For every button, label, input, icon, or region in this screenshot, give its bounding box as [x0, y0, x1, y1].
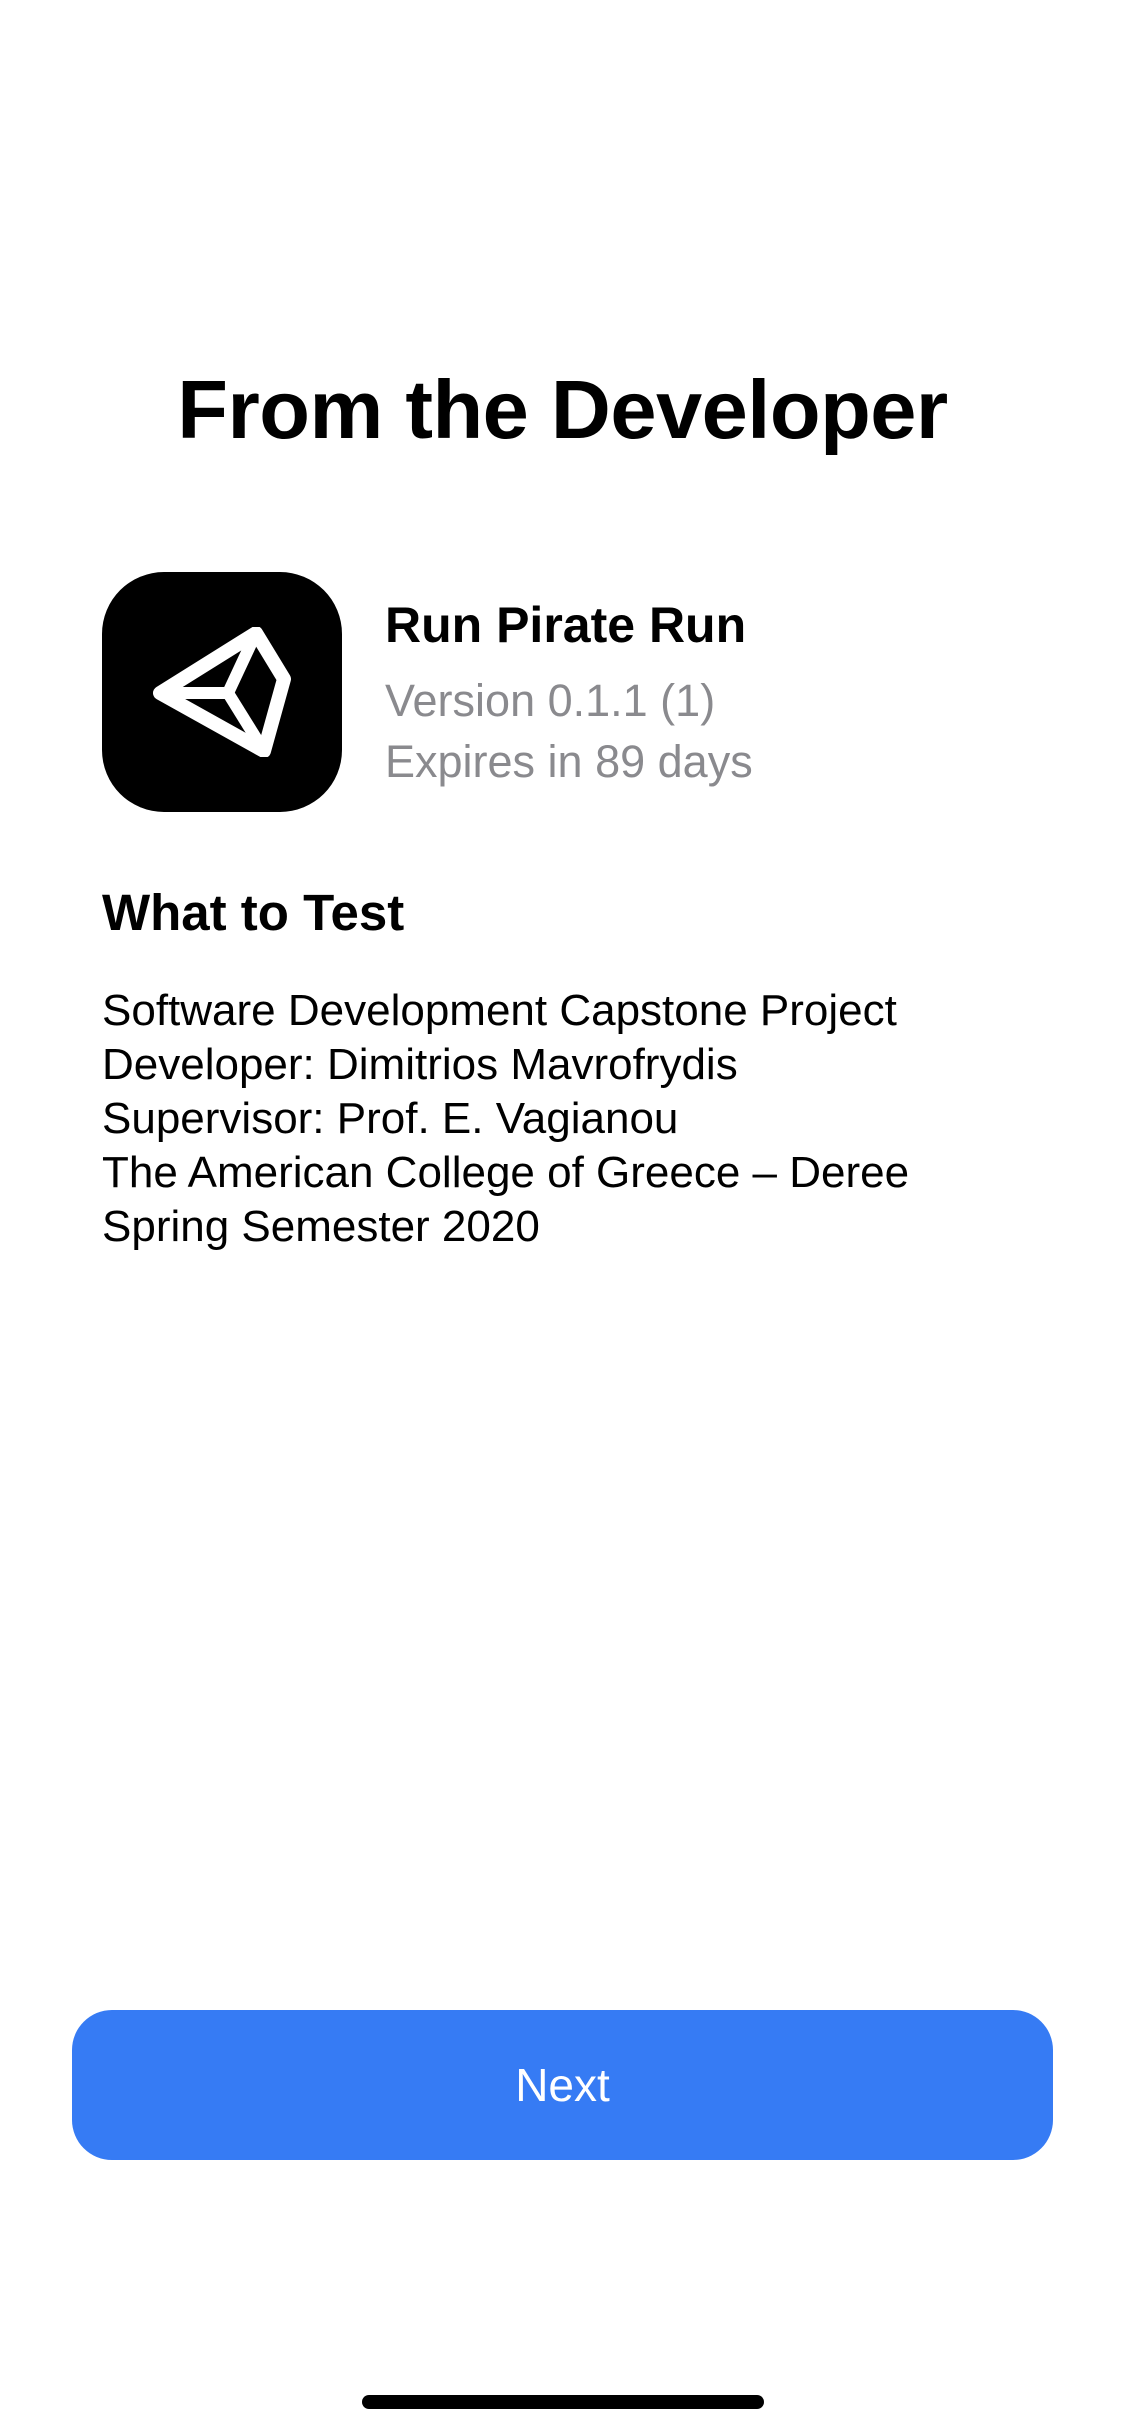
app-expiry: Expires in 89 days: [385, 736, 753, 787]
app-icon: [102, 572, 342, 812]
app-version: Version 0.1.1 (1): [385, 675, 716, 726]
home-indicator[interactable]: [362, 2395, 764, 2409]
what-to-test-notes: Software Development Capstone Project De…: [102, 984, 1062, 1254]
next-button[interactable]: Next: [72, 2010, 1053, 2160]
app-name: Run Pirate Run: [385, 597, 747, 653]
notes-line: Software Development Capstone Project: [102, 986, 897, 1035]
screen: From the Developer Run Pirate Run Versio…: [0, 0, 1125, 2436]
notes-line: Supervisor: Prof. E. Vagianou: [102, 1094, 679, 1143]
unity-logo-icon: [153, 627, 291, 757]
page-title: From the Developer: [177, 363, 948, 456]
notes-line: Developer: Dimitrios Mavrofrydis: [102, 1040, 738, 1089]
what-to-test-heading: What to Test: [102, 884, 405, 941]
notes-line: Spring Semester 2020: [102, 1202, 540, 1251]
notes-line: The American College of Greece – Deree: [102, 1148, 910, 1197]
